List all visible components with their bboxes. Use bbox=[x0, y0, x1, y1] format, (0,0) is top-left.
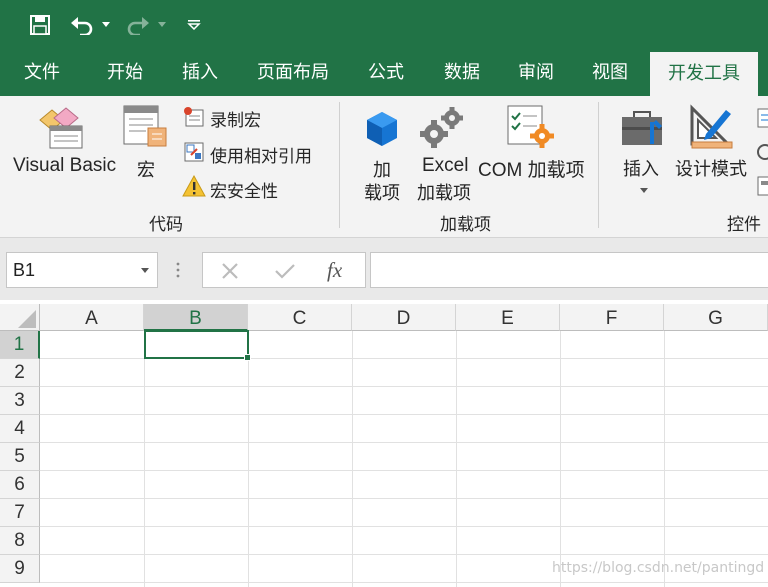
chevron-down-icon[interactable] bbox=[141, 268, 149, 273]
customize-qat-icon[interactable] bbox=[184, 9, 204, 41]
cancel-icon[interactable] bbox=[222, 263, 238, 279]
tab-page-layout[interactable]: 页面布局 bbox=[248, 50, 338, 96]
column-header-c[interactable]: C bbox=[248, 304, 352, 331]
grid-line bbox=[352, 331, 353, 587]
formula-bar: B1 fx bbox=[0, 238, 768, 300]
row-header-1[interactable]: 1 bbox=[0, 331, 40, 359]
macros-icon bbox=[123, 105, 167, 147]
drag-handle-icon[interactable] bbox=[176, 262, 180, 278]
addins-label-line2: 载项 bbox=[364, 183, 400, 204]
tab-developer[interactable]: 开发工具 bbox=[650, 52, 758, 96]
macro-security-label: 宏安全性 bbox=[210, 182, 278, 202]
group-separator bbox=[339, 102, 340, 228]
insert-control-label: 插入 bbox=[623, 159, 659, 180]
select-all-corner[interactable] bbox=[0, 304, 40, 331]
row-header-6[interactable]: 6 bbox=[0, 471, 40, 499]
group-label-addins: 加载项 bbox=[440, 215, 491, 235]
column-header-e[interactable]: E bbox=[456, 304, 560, 331]
row-header-4[interactable]: 4 bbox=[0, 415, 40, 443]
grid-line bbox=[40, 498, 768, 499]
grid-line bbox=[40, 526, 768, 527]
com-addins-icon bbox=[507, 105, 554, 148]
column-header-a[interactable]: A bbox=[40, 304, 144, 331]
grid-line bbox=[248, 331, 249, 587]
title-bar bbox=[0, 0, 768, 50]
dialog-icon bbox=[757, 176, 768, 196]
ribbon-tabs: 文件 开始 插入 页面布局 公式 数据 审阅 视图 开发工具 bbox=[0, 50, 768, 96]
record-macro-label: 录制宏 bbox=[210, 111, 261, 131]
chevron-down-icon bbox=[640, 188, 648, 193]
warning-icon bbox=[182, 175, 206, 197]
toolbox-icon bbox=[622, 111, 662, 145]
grid-line bbox=[560, 331, 561, 587]
tab-review[interactable]: 审阅 bbox=[506, 50, 566, 96]
group-label-controls: 控件 bbox=[727, 215, 761, 235]
column-header-g[interactable]: G bbox=[664, 304, 768, 331]
relative-references-label: 使用相对引用 bbox=[210, 147, 312, 167]
selected-cell-b1[interactable] bbox=[144, 330, 249, 359]
formula-input[interactable] bbox=[370, 252, 768, 288]
relative-references-icon bbox=[184, 142, 204, 162]
formula-buttons: fx bbox=[202, 252, 366, 288]
row-header-3[interactable]: 3 bbox=[0, 387, 40, 415]
grid-line bbox=[40, 470, 768, 471]
grid-line bbox=[456, 331, 457, 587]
column-header-b[interactable]: B bbox=[144, 304, 248, 331]
com-addins-label: COM 加载项 bbox=[478, 160, 585, 181]
grid-line bbox=[40, 554, 768, 555]
addins-icon bbox=[367, 112, 397, 146]
visual-basic-icon bbox=[39, 107, 83, 149]
name-box-value: B1 bbox=[13, 260, 36, 280]
design-mode-icon bbox=[690, 104, 733, 149]
tab-formulas[interactable]: 公式 bbox=[356, 50, 416, 96]
row-header-7[interactable]: 7 bbox=[0, 499, 40, 527]
tab-home[interactable]: 开始 bbox=[94, 50, 156, 96]
row-header-8[interactable]: 8 bbox=[0, 527, 40, 555]
grid-line bbox=[144, 331, 145, 587]
name-box[interactable]: B1 bbox=[6, 252, 158, 288]
record-macro-icon bbox=[184, 107, 204, 127]
column-header-d[interactable]: D bbox=[352, 304, 456, 331]
excel-addins-label-line1: Excel bbox=[422, 155, 469, 176]
group-label-code: 代码 bbox=[149, 215, 183, 235]
visual-basic-label: Visual Basic bbox=[13, 155, 117, 176]
excel-addins-label-line2: 加载项 bbox=[417, 183, 471, 204]
ribbon: Visual Basic 宏 录制宏 使用相对引用 宏安全性 代码 加 载项 E… bbox=[0, 96, 768, 238]
tab-view[interactable]: 视图 bbox=[580, 50, 640, 96]
undo-dropdown-icon[interactable] bbox=[100, 9, 112, 41]
check-icon[interactable] bbox=[275, 263, 295, 279]
properties-icon bbox=[757, 108, 768, 128]
grid-line bbox=[40, 414, 768, 415]
magnifier-icon bbox=[757, 144, 768, 160]
column-header-f[interactable]: F bbox=[560, 304, 664, 331]
save-icon[interactable] bbox=[26, 9, 54, 41]
grid-line bbox=[664, 331, 665, 587]
watermark: https://blog.csdn.net/pantingd bbox=[552, 560, 765, 576]
tab-insert[interactable]: 插入 bbox=[170, 50, 230, 96]
macros-label: 宏 bbox=[137, 160, 155, 181]
tab-file[interactable]: 文件 bbox=[12, 50, 72, 96]
insert-function-button[interactable]: fx bbox=[327, 258, 342, 283]
grid-line bbox=[40, 386, 768, 387]
row-header-9[interactable]: 9 bbox=[0, 555, 40, 583]
gear-icon bbox=[420, 107, 463, 148]
tab-data[interactable]: 数据 bbox=[432, 50, 492, 96]
redo-dropdown-icon[interactable] bbox=[156, 9, 168, 41]
grid-line bbox=[40, 442, 768, 443]
grid-line bbox=[40, 582, 768, 583]
row-header-5[interactable]: 5 bbox=[0, 443, 40, 471]
design-mode-label: 设计模式 bbox=[675, 159, 747, 180]
group-separator bbox=[598, 102, 599, 228]
row-header-2[interactable]: 2 bbox=[0, 359, 40, 387]
fill-handle[interactable] bbox=[244, 354, 251, 361]
worksheet-grid: A B C D E F G 1 2 3 4 5 6 7 8 9 bbox=[0, 300, 768, 587]
redo-icon[interactable] bbox=[124, 9, 152, 41]
undo-icon[interactable] bbox=[68, 9, 96, 41]
